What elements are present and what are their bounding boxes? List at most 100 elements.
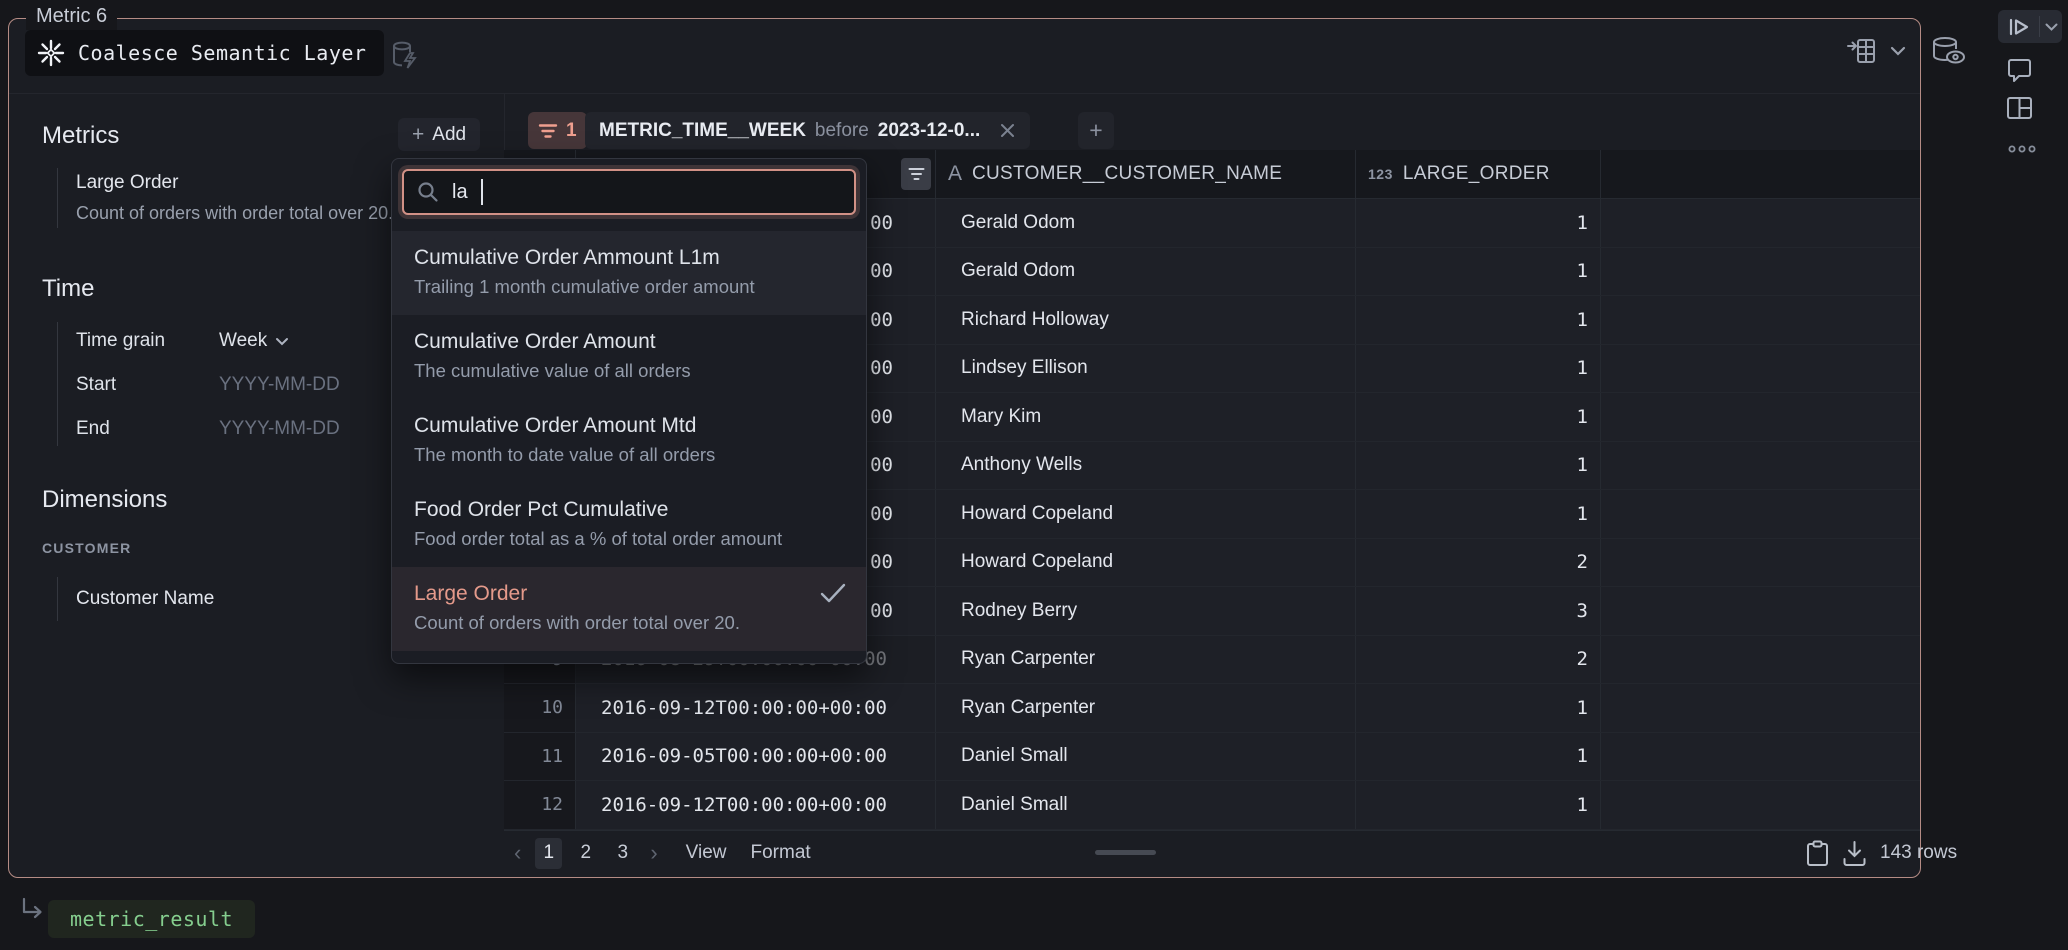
empty-cell [1600,490,1920,538]
customer-name-header[interactable]: A CUSTOMER__CUSTOMER_NAME [935,150,1355,198]
customer-name-cell: Ryan Carpenter [935,684,1355,732]
string-type-icon: A [948,162,962,186]
output-arrow-icon [18,896,46,924]
metric-search-dropdown: la Cumulative Order Ammount L1mTrailing … [391,158,867,664]
next-page-icon[interactable]: › [646,840,661,866]
run-cell-button-group [1998,10,2062,43]
dropdown-item-desc: Trailing 1 month cumulative order amount [414,273,844,301]
customer-name-cell: Mary Kim [935,393,1355,441]
preview-data-icon[interactable] [1930,36,1966,66]
dropdown-item[interactable]: Cumulative Order Amount MtdThe month to … [392,399,866,483]
table-footer-divider [504,830,1920,831]
view-menu-button[interactable]: View [686,842,727,864]
add-metric-button[interactable]: + Add [398,118,480,151]
filter-chip[interactable]: METRIC_TIME__WEEK before 2023-12-0... [585,112,1030,149]
empty-cell [1600,781,1920,829]
copy-table-icon[interactable] [1806,840,1829,867]
empty-cell [1600,587,1920,635]
empty-column-header [1600,150,1920,198]
table-output-icon[interactable] [1846,37,1876,65]
semantic-layer-title-pill[interactable]: Coalesce Semantic Layer [25,30,384,76]
dimension-item-name: Customer Name [76,584,357,614]
dropdown-item[interactable]: Cumulative Order Ammount L1mTrailing 1 m… [392,231,866,315]
large-order-cell: 1 [1355,248,1600,296]
dropdown-item-title: Cumulative Order Ammount L1m [414,243,844,273]
page-number-3[interactable]: 3 [609,838,636,869]
more-options-icon[interactable] [2008,144,2036,154]
remove-filter-icon[interactable] [999,122,1016,139]
customer-name-cell: Howard Copeland [935,539,1355,587]
large-order-cell: 1 [1355,199,1600,247]
search-query-text: la [452,181,468,204]
dropdown-item-desc: Food order total as a % of total order a… [414,525,844,553]
horizontal-scrollbar[interactable] [1095,850,1156,855]
dropdown-item-desc: The month to date value of all orders [414,441,844,469]
run-cell-icon[interactable] [1998,18,2039,36]
end-date-input[interactable]: YYYY-MM-DD [219,418,340,440]
database-bolt-icon[interactable] [388,38,422,72]
dimension-group-label: CUSTOMER [42,540,131,556]
metric-time-cell: 2016-09-12T00:00:00+00:00 [575,781,935,829]
prev-page-icon[interactable]: ‹ [510,840,525,866]
dropdown-item[interactable]: Cumulative Order AmountThe cumulative va… [392,315,866,399]
run-options-chevron-icon[interactable] [2040,23,2062,31]
title-divider [9,93,1920,94]
add-filter-button[interactable]: + [1078,112,1114,149]
output-variable-pill[interactable]: metric_result [48,900,255,938]
large-order-cell: 1 [1355,781,1600,829]
table-row[interactable]: 122016-09-12T00:00:00+00:00Daniel Small1 [504,781,1920,830]
download-csv-icon[interactable] [1842,840,1867,867]
dropdown-item[interactable]: Food Order Pct CumulativeFood order tota… [392,483,866,567]
empty-cell [1600,539,1920,587]
customer-name-cell: Rodney Berry [935,587,1355,635]
large-order-cell: 2 [1355,636,1600,684]
notebook-canvas: Metric 6 Coalesce Semantic Layer [0,0,2068,950]
text-caret [481,179,483,205]
large-order-cell: 1 [1355,296,1600,344]
time-heading: Time [42,275,94,303]
metric-search-input[interactable]: la [402,169,856,215]
empty-cell [1600,684,1920,732]
customer-name-cell: Gerald Odom [935,248,1355,296]
customer-name-cell: Daniel Small [935,781,1355,829]
format-menu-button[interactable]: Format [751,842,811,864]
table-row[interactable]: 102016-09-12T00:00:00+00:00Ryan Carpente… [504,684,1920,733]
page-number-1[interactable]: 1 [535,838,562,869]
page-number-2[interactable]: 2 [572,838,599,869]
filter-value: 2023-12-0... [878,120,980,142]
customer-name-cell: Richard Holloway [935,296,1355,344]
large-order-cell: 1 [1355,490,1600,538]
output-variable-name: metric_result [70,907,233,931]
dimensions-heading: Dimensions [42,486,167,514]
layout-view-icon[interactable] [2006,96,2033,120]
filter-icon [538,123,558,139]
filter-operator: before [815,120,869,142]
large-order-header[interactable]: 123 LARGE_ORDER [1355,150,1600,198]
time-grain-select[interactable]: Week [219,330,289,352]
large-order-cell: 2 [1355,539,1600,587]
row-count-label: 143 rows [1880,842,1957,864]
row-number-cell: 12 [504,781,575,829]
row-number-cell: 11 [504,733,575,781]
large-order-cell: 1 [1355,684,1600,732]
dropdown-item-title: Cumulative Order Amount Mtd [414,411,844,441]
large-order-cell: 1 [1355,393,1600,441]
comments-icon[interactable] [2006,58,2033,84]
table-output-chevron-icon[interactable] [1890,46,1906,56]
dropdown-item[interactable]: Large OrderCount of orders with order to… [392,567,866,651]
start-date-label: Start [76,374,201,396]
start-date-input[interactable]: YYYY-MM-DD [219,374,340,396]
column-filter-button[interactable] [901,158,931,190]
large-order-cell: 1 [1355,345,1600,393]
row-number-cell: 10 [504,684,575,732]
customer-name-cell: Gerald Odom [935,199,1355,247]
large-order-cell: 1 [1355,442,1600,490]
metric-time-cell: 2016-09-05T00:00:00+00:00 [575,733,935,781]
pagination: ‹ 123 › View Format [510,833,811,873]
dimension-item[interactable]: Customer Name [57,577,357,621]
metric-time-cell: 2016-09-12T00:00:00+00:00 [575,684,935,732]
customer-name-cell: Anthony Wells [935,442,1355,490]
table-row[interactable]: 112016-09-05T00:00:00+00:00Daniel Small1 [504,733,1920,782]
empty-cell [1600,296,1920,344]
filter-count-badge[interactable]: 1 [528,112,587,149]
